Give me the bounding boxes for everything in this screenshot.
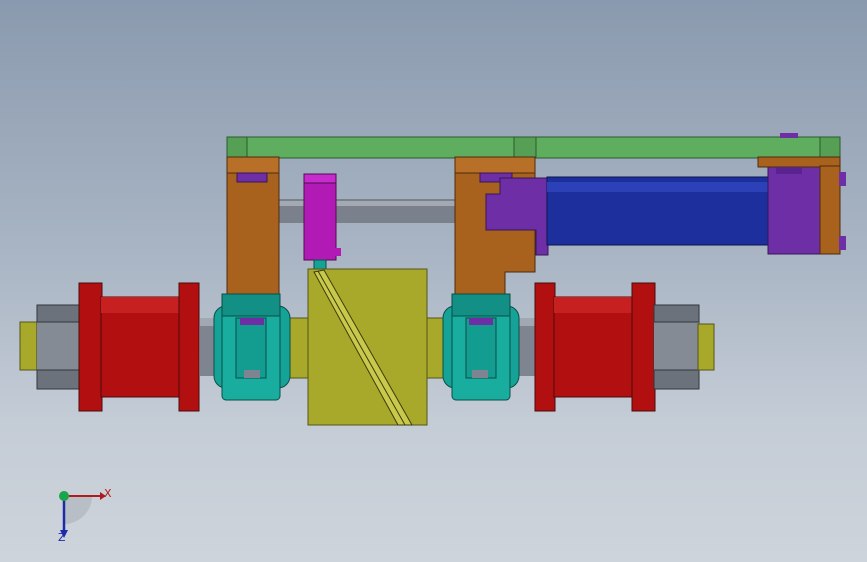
left-bearing[interactable]: [213, 293, 291, 401]
pneumatic-cylinder[interactable]: [485, 156, 846, 256]
right-roller[interactable]: [534, 282, 656, 412]
right-shaft-end[interactable]: [653, 304, 715, 390]
cam-drum[interactable]: [307, 268, 428, 426]
top-frame-bar[interactable]: [226, 133, 841, 159]
triad-shadow: [64, 496, 92, 524]
cad-viewport[interactable]: X Z: [0, 0, 867, 562]
left-shaft-collar[interactable]: [289, 317, 311, 379]
left-bracket[interactable]: [226, 156, 280, 298]
right-bearing[interactable]: [442, 293, 520, 401]
y-axis-dot: [59, 491, 69, 501]
z-axis-label: Z: [58, 531, 66, 544]
assembly-drawing[interactable]: [0, 0, 867, 562]
left-roller[interactable]: [78, 282, 200, 412]
proximity-sensor[interactable]: [303, 173, 341, 271]
left-shaft-end[interactable]: [19, 304, 82, 390]
x-axis-label: X: [104, 487, 112, 500]
